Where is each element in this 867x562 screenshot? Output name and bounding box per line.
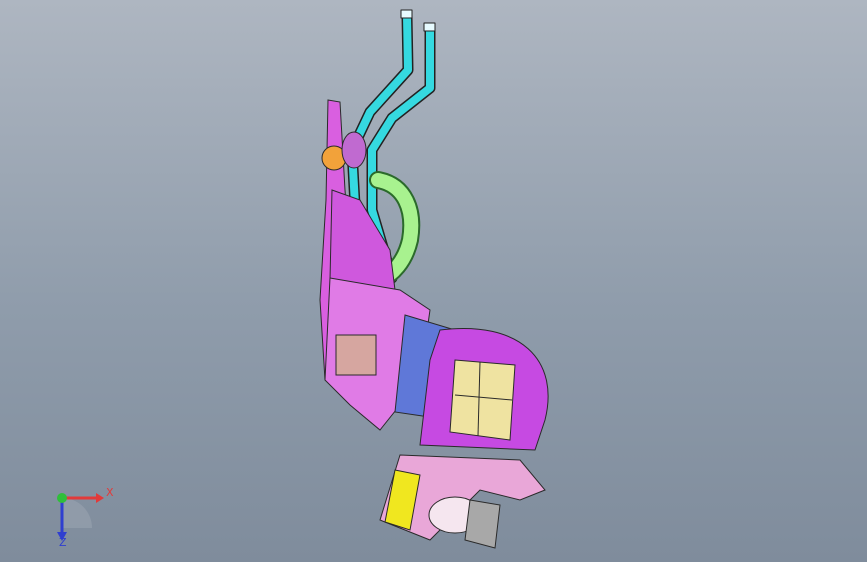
triad-quadrant (62, 498, 92, 528)
actuator[interactable] (335, 334, 377, 376)
y-axis-dot (57, 493, 67, 503)
heater-core[interactable] (449, 359, 516, 441)
outlet-flap[interactable] (464, 499, 501, 549)
x-axis-label: X (106, 486, 114, 499)
orientation-triad[interactable]: X Z (40, 478, 120, 548)
3d-viewport[interactable]: X Z (0, 0, 867, 562)
cad-assembly-model[interactable] (0, 0, 867, 562)
z-axis-label: Z (59, 536, 67, 548)
